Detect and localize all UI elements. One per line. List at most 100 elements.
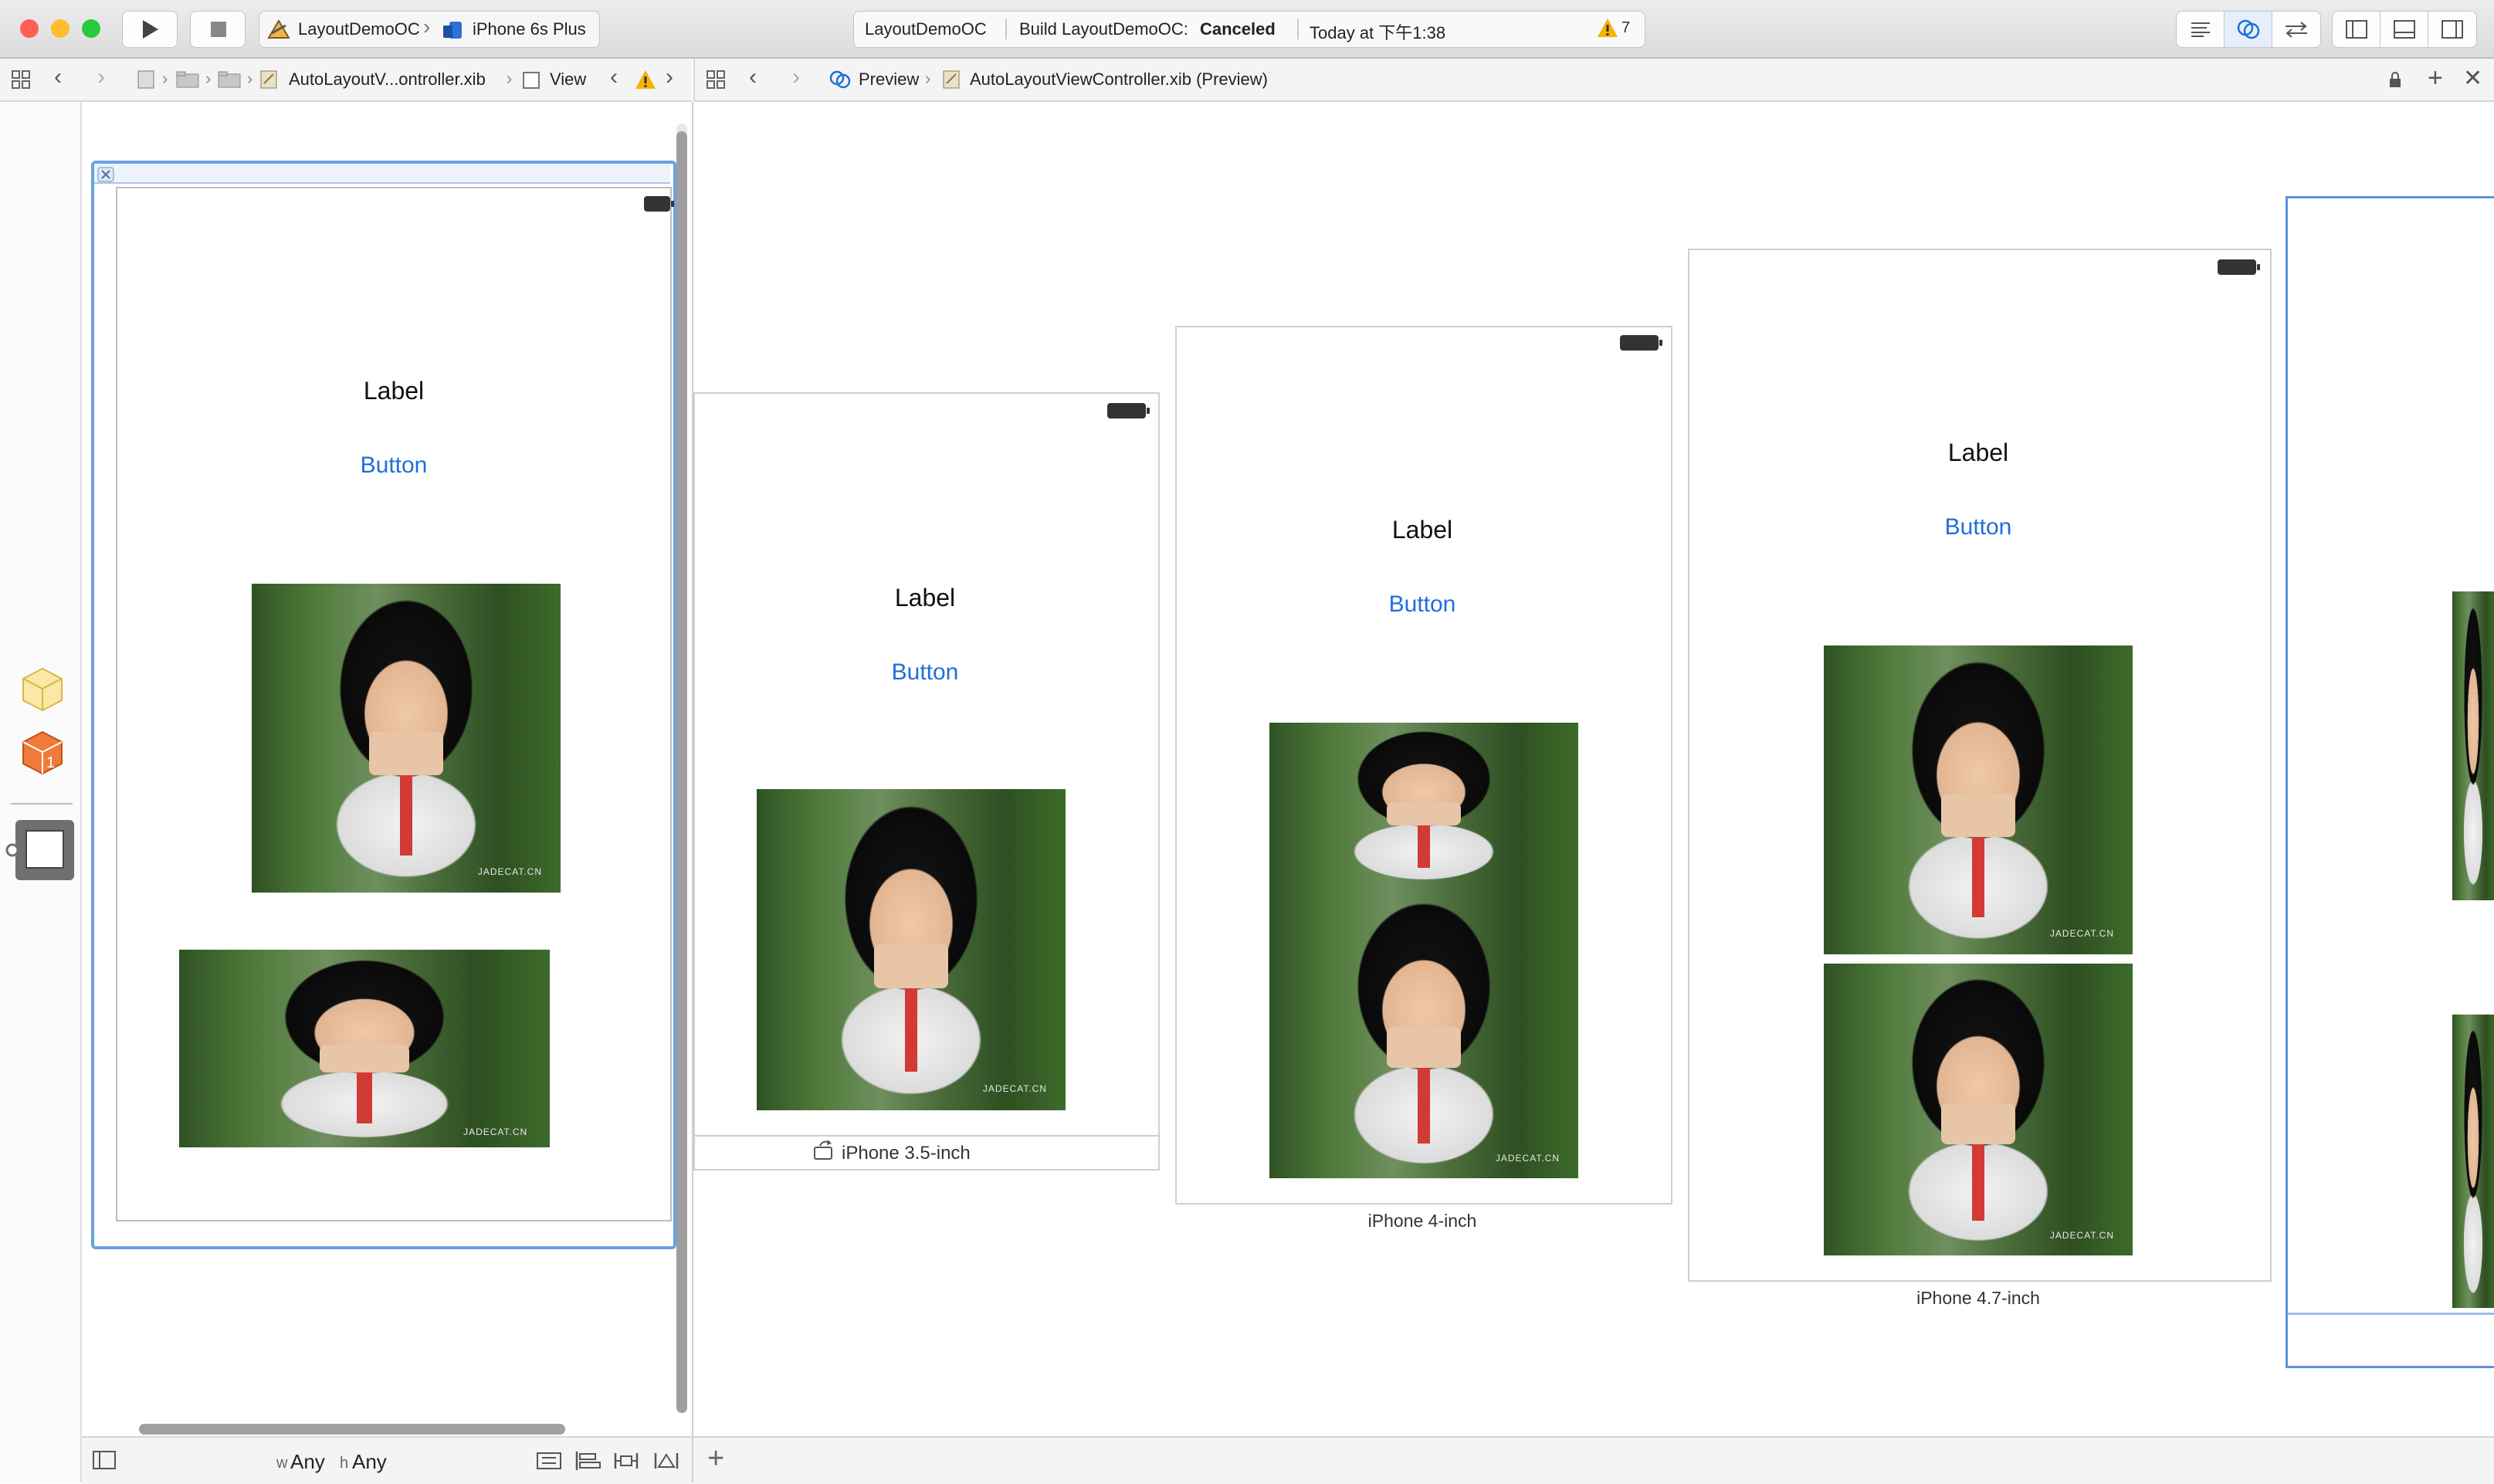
placeholder-cube-icon[interactable] [20,666,65,712]
first-responder-cube-icon[interactable]: 1 [20,729,65,775]
chevron-right-icon: › [247,69,253,88]
chevron-right-icon: › [507,69,513,88]
outline-divider [11,803,73,805]
related-items-grid-icon[interactable] [706,69,726,90]
activity-build-label: Build LayoutDemoOC: [1019,19,1188,39]
chevron-right-icon: › [162,69,168,88]
embed-in-stack-icon[interactable] [536,1452,562,1470]
toggle-navigator-button[interactable] [2332,11,2381,48]
image-view[interactable]: JADECAT.CN [179,950,550,1147]
photo-watermark: JADECAT.CN [477,866,542,877]
folder-icon[interactable] [218,71,241,88]
jump-bar-file[interactable]: AutoLayoutViewController.xib (Preview) [970,69,1268,90]
size-class-width[interactable]: Any [290,1450,325,1474]
activity-build-status: Canceled [1200,19,1276,39]
label[interactable]: Label [116,377,672,405]
minimize-window-button[interactable] [51,19,69,38]
toggle-utilities-button[interactable] [2428,11,2477,48]
preview-label: Label [1947,439,2009,466]
scheme-selector[interactable]: LayoutDemoOC › iPhone 6s Plus [259,11,600,48]
activity-timestamp: Today at 下午1:38 [1310,23,1446,42]
battery-icon [2218,259,2260,275]
assistant-rings-icon [829,70,851,89]
run-button[interactable] [122,11,178,48]
photo-detail [1387,801,1461,825]
photo-watermark: JADECAT.CN [982,1083,1047,1095]
preview-image-view [2452,1015,2494,1308]
photo-detail [320,1044,409,1072]
preview-caption-divider [2288,1313,2494,1315]
warning-icon[interactable] [635,69,656,90]
assistant-rings-icon [2237,19,2260,39]
size-class-height[interactable]: Any [352,1450,387,1474]
rotate-device-icon[interactable] [812,1140,835,1161]
scheme-name[interactable]: LayoutDemoOC [298,19,420,39]
previous-issue-chevron-icon[interactable]: ‹ [610,64,618,90]
horizontal-scrollbar[interactable] [139,1424,565,1435]
preview-device-name[interactable]: iPhone 3.5-inch [842,1143,971,1164]
preview-button: Button [891,659,959,685]
preview-image-view [2452,591,2494,900]
photo-watermark: JADECAT.CN [2049,1230,2114,1242]
back-chevron-icon[interactable]: ‹ [54,64,62,90]
assistant-editor-button[interactable] [2224,11,2273,48]
next-issue-chevron-icon[interactable]: › [666,64,673,90]
align-icon[interactable] [574,1450,601,1472]
svg-text:1: 1 [46,754,55,771]
lock-icon[interactable] [2387,71,2403,88]
vertical-scrollbar[interactable] [676,131,687,1413]
warnings-indicator[interactable]: 7 [1597,18,1630,42]
button[interactable]: Button [116,452,672,479]
preview-device-name[interactable]: iPhone 4-inch [1175,1211,1669,1232]
view-object-icon [523,72,540,89]
preview-label: Label [894,584,956,612]
left-jump-bar: ‹ › › › › AutoLayoutV...ontroller.xib › … [0,59,692,102]
folder-icon[interactable] [176,71,199,88]
stop-button[interactable] [190,11,246,48]
chevron-right-icon: › [423,15,431,39]
simulator-device-icon [443,22,462,39]
zoom-window-button[interactable] [82,19,100,38]
activity-divider [1297,19,1299,39]
forward-chevron-icon[interactable]: › [97,64,105,90]
jump-bar-scope[interactable]: View [550,69,586,90]
resolve-auto-layout-issues-icon[interactable] [653,1450,679,1472]
close-window-button[interactable] [20,19,39,38]
bottom-panel-icon [2394,20,2415,39]
photo-detail [1387,1027,1461,1069]
preview-device-name[interactable]: iPhone 4.7-inch [1688,1288,2269,1309]
view-object-icon[interactable] [5,817,76,883]
image-view[interactable]: JADECAT.CN [252,584,561,893]
photo-detail [905,988,917,1072]
document-outline-toggle-icon[interactable] [93,1450,116,1470]
xib-file-icon [943,70,960,89]
lines-icon [2191,22,2210,37]
jump-bar-mode[interactable]: Preview [859,69,919,90]
standard-editor-button[interactable] [2176,11,2225,48]
size-class-h-prefix: h [340,1455,349,1472]
add-preview-plus-icon[interactable]: + [707,1442,724,1476]
preview-image-view: JADECAT.CN [1824,964,2133,1255]
add-assistant-plus-icon[interactable]: + [2428,63,2443,93]
play-icon [143,20,158,39]
preview-image-view: JADECAT.CN [1269,888,1578,1178]
close-assistant-icon[interactable]: ✕ [2463,65,2482,92]
jump-bar-file[interactable]: AutoLayoutV...ontroller.xib [289,69,486,90]
forward-chevron-icon[interactable]: › [792,64,800,90]
project-file-icon[interactable] [136,69,156,90]
photo-detail [1418,1068,1430,1143]
photo-detail [874,943,948,988]
related-items-grid-icon[interactable] [11,69,31,90]
photo-detail [1418,825,1430,869]
preview-label: Label [1391,516,1453,544]
toggle-debug-area-button[interactable] [2380,11,2429,48]
photo-detail [400,775,412,856]
size-class-w-prefix: w [276,1455,288,1472]
photo-detail [1941,794,2015,837]
back-chevron-icon[interactable]: ‹ [749,64,757,90]
stop-icon [211,22,226,37]
version-editor-button[interactable] [2272,11,2321,48]
close-scene-icon[interactable] [97,167,114,182]
destination-device[interactable]: iPhone 6s Plus [473,19,586,39]
pin-icon[interactable] [613,1450,639,1472]
